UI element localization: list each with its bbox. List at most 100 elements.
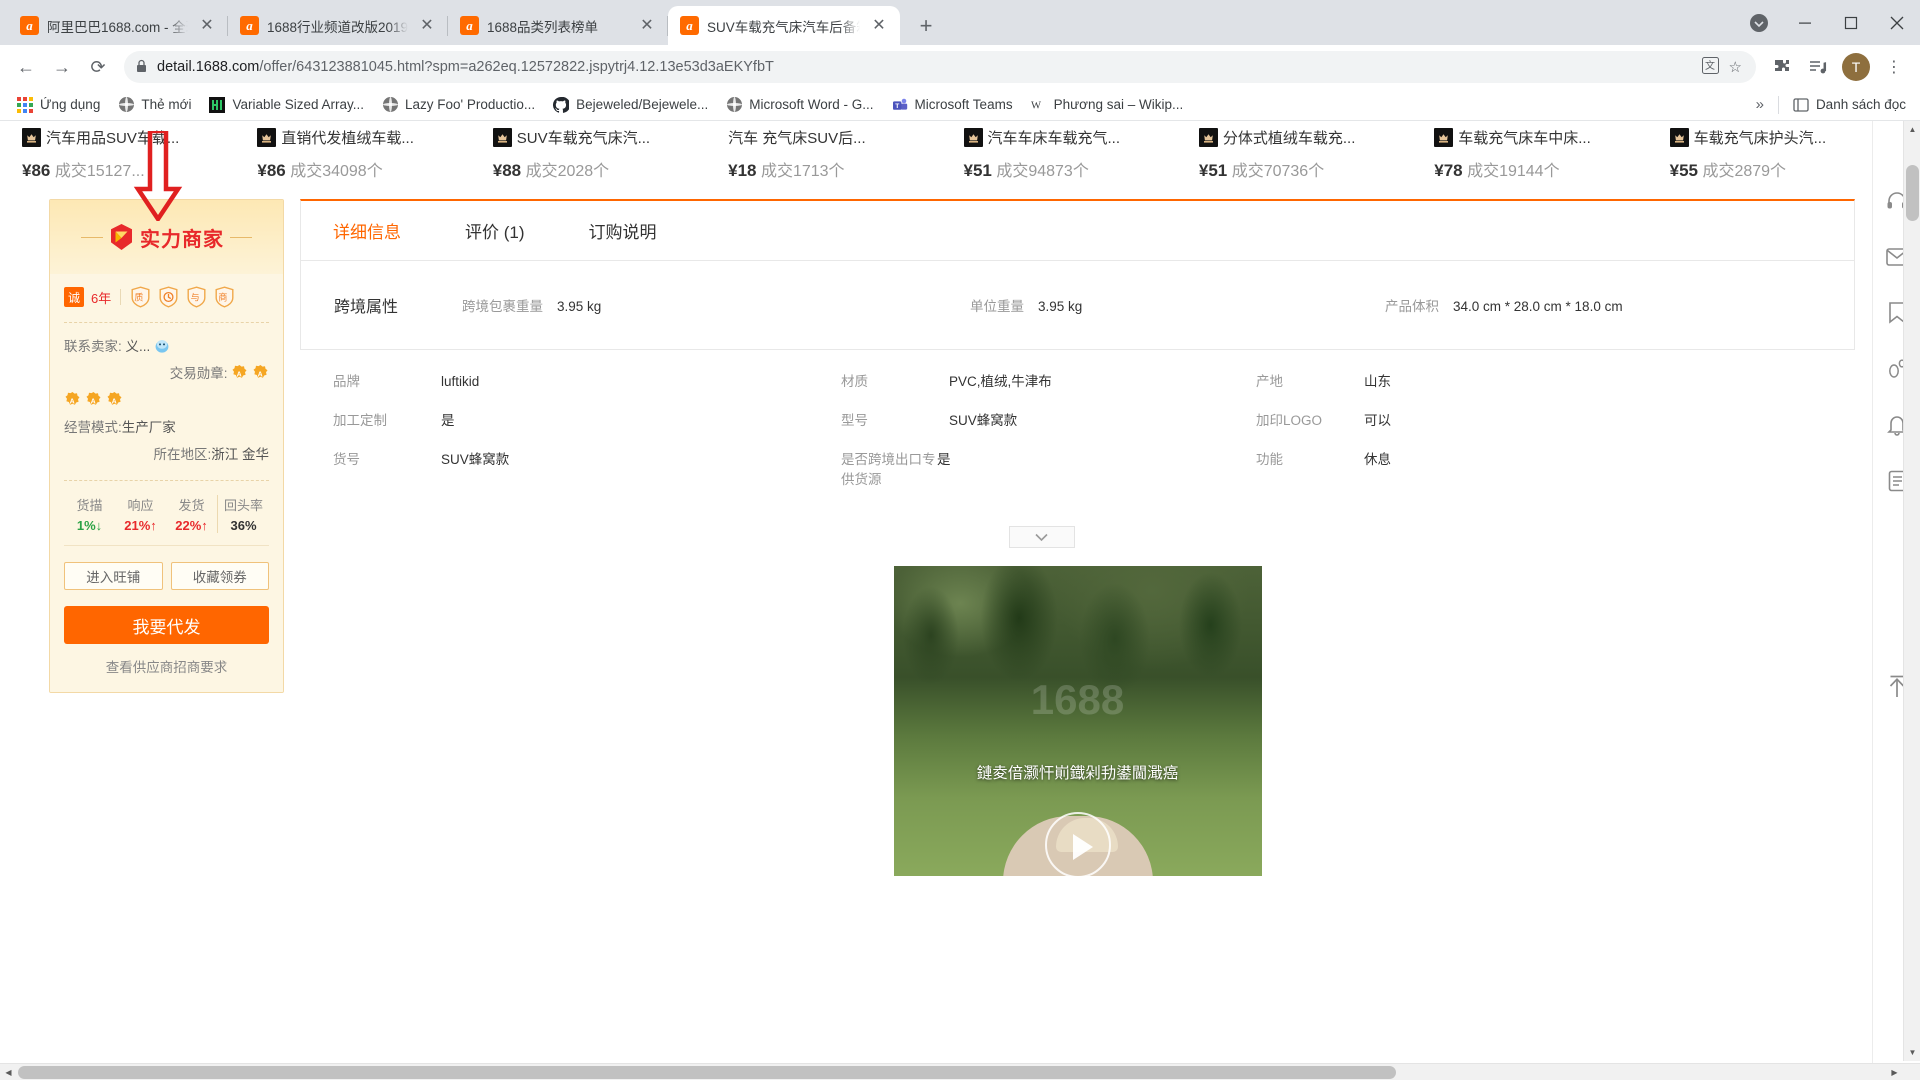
tab-close-icon[interactable]: ✕ — [636, 15, 658, 37]
horizontal-scroll-thumb[interactable] — [18, 1066, 1396, 1079]
contact-seller-label: 联系卖家: — [64, 339, 122, 354]
stat-label: 回头率 — [223, 498, 263, 513]
bookmark-lazy-foo[interactable]: Lazy Foo' Productio... — [373, 94, 544, 116]
product-name-row: 车载充气床车中床... — [1434, 127, 1657, 148]
profile-circle-icon[interactable] — [1736, 0, 1782, 45]
forward-button[interactable]: → — [46, 51, 78, 83]
bookmarks-overflow-chevron[interactable]: » — [1756, 96, 1764, 113]
collect-coupon-button[interactable]: 收藏领券 — [170, 562, 269, 590]
shield-badge-shi-icon[interactable] — [158, 286, 179, 308]
maximize-icon[interactable] — [1828, 0, 1874, 45]
supplier-requirements-link[interactable]: 查看供应商招商要求 — [64, 656, 269, 680]
bookmark-bejeweled[interactable]: Bejeweled/Bejewele... — [544, 94, 717, 116]
translate-icon[interactable]: 文 — [1701, 56, 1719, 78]
stat-huomiao: 货描 1%↓ — [64, 495, 115, 533]
bookmark-variable-sized-array[interactable]: Variable Sized Array... — [200, 94, 373, 116]
related-product-item[interactable]: 分体式植绒车载充... ¥51 成交70736个 — [1187, 127, 1422, 181]
close-window-icon[interactable] — [1874, 0, 1920, 45]
minimize-icon[interactable] — [1782, 0, 1828, 45]
reload-button[interactable]: ⟳ — [82, 51, 114, 83]
bookmark-label: Microsoft Teams — [914, 97, 1013, 112]
dropship-button[interactable]: 我要代发 — [64, 606, 269, 644]
crown-icon — [492, 128, 512, 147]
vertical-scrollbar[interactable]: ▲ ▼ — [1903, 121, 1920, 1061]
attr-value: 休息 — [1364, 452, 1391, 467]
attr-key: 是否跨境出口专供货源 — [841, 452, 936, 487]
related-product-item[interactable]: 车载充气床车中床... ¥78 成交19144个 — [1422, 127, 1657, 181]
business-mode-value: 生产厂家 — [121, 420, 176, 435]
browser-tab-3[interactable]: a 1688品类列表榜单 ✕ — [448, 6, 668, 45]
tab-reviews[interactable]: 评价 (1) — [465, 218, 525, 243]
lock-icon — [136, 59, 147, 76]
attr-value: 是 — [441, 413, 455, 428]
enter-shop-button[interactable]: 进入旺铺 — [64, 562, 163, 590]
crown-icon — [257, 128, 277, 147]
product-name-row: SUV车载充气床汽... — [492, 127, 716, 148]
tab-order-instructions[interactable]: 订购说明 — [589, 218, 657, 243]
bookmark-microsoft-teams[interactable]: T Microsoft Teams — [883, 94, 1022, 116]
stat-value: 1%↓ — [76, 518, 103, 533]
tab-detail-info[interactable]: 详细信息 — [333, 218, 401, 243]
attr-key: 货号 — [333, 452, 360, 467]
address-bar[interactable]: detail.1688.com/offer/643123881045.html?… — [124, 51, 1756, 83]
svg-text:质: 质 — [135, 292, 144, 303]
scroll-down-arrow[interactable]: ▼ — [1904, 1044, 1920, 1061]
tab-close-icon[interactable]: ✕ — [196, 15, 218, 37]
svg-text:A: A — [90, 398, 95, 405]
attr-value: 是 — [937, 452, 951, 467]
related-product-item[interactable]: 汽车 充气床SUV后... ¥18 成交1713个 — [716, 127, 951, 181]
svg-text:A: A — [258, 371, 263, 378]
vertical-scroll-thumb[interactable] — [1906, 165, 1919, 221]
related-product-item[interactable]: SUV车载充气床汽... ¥88 成交2028个 — [481, 127, 716, 181]
reading-list-button[interactable]: Danh sách đọc — [1793, 97, 1906, 113]
chevron-down-icon[interactable] — [1008, 526, 1075, 548]
cheng-badge-icon[interactable]: 诚 — [64, 287, 84, 307]
bookmark-star-icon[interactable]: ☆ — [1729, 58, 1742, 76]
detail-tabs: 详细信息 评价 (1) 订购说明 — [300, 199, 1855, 261]
shield-badge-yu-icon[interactable]: 与 — [186, 286, 207, 308]
page-viewport: 汽车用品SUV车载... ¥86 成交15127... 直销代发植绒车载... … — [0, 121, 1920, 1080]
product-sales: 成交70736个 — [1231, 163, 1325, 180]
hackerrank-icon — [209, 96, 226, 113]
bookmark-the-moi[interactable]: Thẻ mới — [109, 94, 200, 116]
related-product-item[interactable]: 汽车车床车载充气... ¥51 成交94873个 — [952, 127, 1187, 181]
product-name: 分体式植绒车载充... — [1222, 130, 1356, 147]
tab-close-icon[interactable]: ✕ — [416, 15, 438, 37]
bookmark-microsoft-word[interactable]: Microsoft Word - G... — [717, 94, 882, 116]
browser-tab-4-active[interactable]: a SUV车载充气床汽车后备箱后座两 ✕ — [668, 6, 900, 45]
cross-border-item: 跨境包裹重量 3.95 kg — [462, 295, 970, 315]
product-name: 汽车 充气床SUV后... — [728, 130, 866, 147]
product-name: 车载充气床护头汽... — [1693, 130, 1827, 147]
product-price-row: ¥51 成交70736个 — [1199, 157, 1422, 181]
horizontal-scrollbar[interactable]: ◀ ▶ — [0, 1063, 1920, 1080]
attr-value: 3.95 kg — [1038, 299, 1083, 314]
profile-avatar[interactable]: T — [1842, 53, 1870, 81]
extensions-puzzle-icon[interactable] — [1766, 51, 1798, 83]
scroll-up-arrow[interactable]: ▲ — [1904, 121, 1920, 138]
globe-icon — [726, 97, 742, 113]
bookmark-phuong-sai-wikipedia[interactable]: W Phương sai – Wikip... — [1022, 94, 1193, 116]
shield-badge-shang-icon[interactable]: 商 — [214, 286, 235, 308]
apps-grid-icon — [17, 96, 33, 113]
product-video[interactable]: 1688 鏈夌偣灏忓崱鐡剁劧鍙閫濈癌 — [893, 566, 1262, 876]
browser-menu-icon[interactable]: ⋮ — [1878, 51, 1910, 83]
browser-tab-2[interactable]: a 1688行业频道改版2019-汽车用品 ✕ — [228, 6, 448, 45]
scroll-left-arrow[interactable]: ◀ — [0, 1064, 17, 1080]
product-name-row: 车载充气床护头汽... — [1669, 127, 1893, 148]
related-product-item[interactable]: 汽车用品SUV车载... ¥86 成交15127... — [10, 127, 245, 181]
media-icon[interactable] — [1802, 51, 1834, 83]
related-product-item[interactable]: 车载充气床护头汽... ¥55 成交2879个 — [1658, 127, 1893, 181]
play-icon[interactable] — [1044, 812, 1111, 876]
browser-tab-1[interactable]: a 阿里巴巴1688.com - 全球领先的采 ✕ — [8, 6, 228, 45]
tab-close-icon[interactable]: ✕ — [868, 15, 890, 37]
product-sales: 成交2879个 — [1702, 163, 1787, 180]
related-product-item[interactable]: 直销代发植绒车载... ¥86 成交34098个 — [245, 127, 480, 181]
scroll-right-arrow[interactable]: ▶ — [1886, 1064, 1903, 1080]
svg-text:与: 与 — [191, 293, 200, 303]
bookmark-apps[interactable]: Ứng dụng — [8, 94, 109, 116]
new-tab-button[interactable]: + — [910, 10, 942, 42]
stat-label: 响应 — [127, 498, 154, 513]
shield-badge-zhi-icon[interactable]: 质 — [130, 286, 151, 308]
back-button[interactable]: ← — [10, 51, 42, 83]
qq-chat-icon[interactable] — [154, 336, 170, 353]
